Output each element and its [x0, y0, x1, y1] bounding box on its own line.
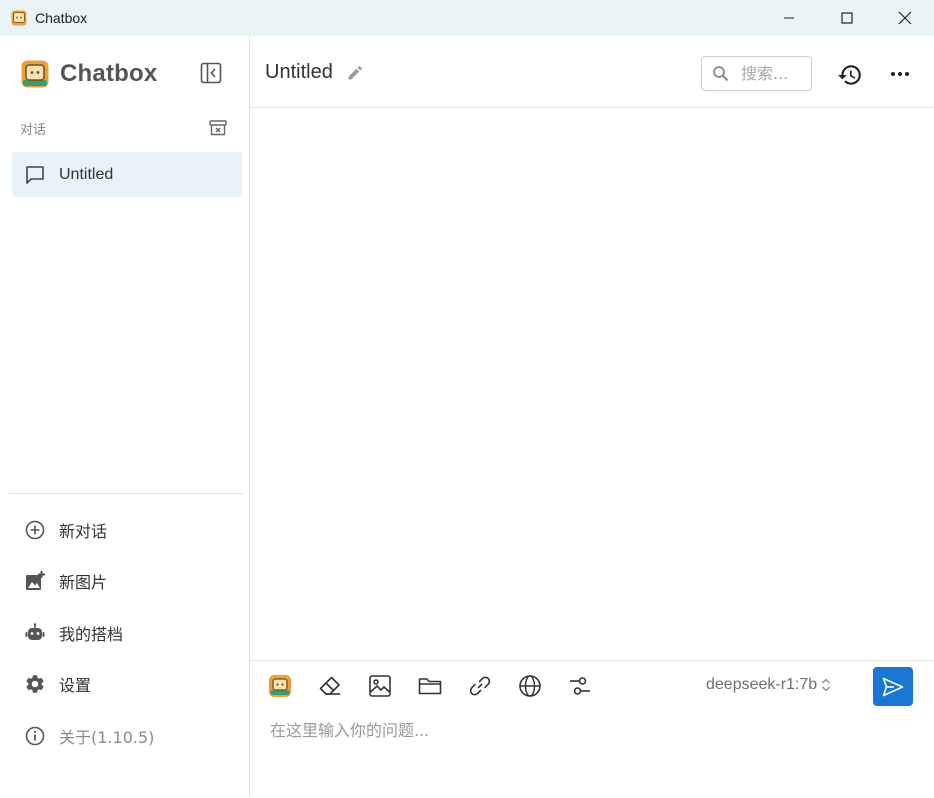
collapse-sidebar-icon[interactable]: [200, 62, 222, 84]
message-list: [250, 108, 934, 660]
sidebar-divider: [9, 493, 243, 494]
unfold-icon: [822, 678, 831, 692]
window-titlebar: Chatbox: [0, 0, 934, 36]
new-image-label: 新图片: [59, 573, 108, 592]
new-chat-button[interactable]: 新对话: [24, 517, 107, 543]
sidebar: Chatbox 对话 Untitled 新对话 新图片 我的搭档 设置 关于(1…: [0, 36, 250, 797]
section-label-conversations: 对话: [20, 123, 47, 138]
chatbox-logo-icon[interactable]: [267, 673, 293, 699]
new-image-button[interactable]: 新图片: [24, 568, 107, 594]
info-icon: [25, 726, 45, 746]
history-icon[interactable]: [837, 62, 863, 88]
gear-icon: [26, 675, 44, 693]
about-label: 关于(1.10.5): [59, 728, 155, 747]
close-button[interactable]: [876, 0, 934, 36]
composer: deepseek-r1:7b: [250, 660, 934, 798]
close-icon: [898, 11, 912, 25]
chat-bubble-icon: [26, 165, 44, 184]
model-selector[interactable]: deepseek-r1:7b: [706, 676, 832, 694]
settings-button[interactable]: 设置: [24, 671, 91, 697]
eraser-icon[interactable]: [317, 673, 343, 699]
main-panel: Untitled 搜索... deepseek-r1:7b 在这里输入你的问题.…: [250, 36, 934, 797]
brand: Chatbox: [21, 60, 157, 88]
pencil-icon[interactable]: [346, 64, 364, 82]
window-title: Chatbox: [35, 10, 88, 26]
search-box[interactable]: [701, 56, 812, 91]
robot-icon: [25, 623, 45, 640]
image-icon[interactable]: [367, 673, 393, 699]
clear-conversations-icon[interactable]: [208, 118, 228, 138]
link-icon[interactable]: [467, 673, 493, 699]
settings-label: 设置: [59, 676, 92, 695]
chat-header: Untitled: [250, 36, 934, 108]
search-icon: [713, 65, 729, 81]
about-button[interactable]: 关于(1.10.5): [24, 723, 154, 749]
new-chat-label: 新对话: [59, 522, 108, 541]
add-circle-icon: [25, 520, 45, 540]
send-button[interactable]: [873, 667, 913, 706]
my-partners-button[interactable]: 我的搭档: [24, 620, 123, 646]
brand-name: Chatbox: [60, 60, 158, 87]
folder-icon[interactable]: [417, 673, 443, 699]
minimize-icon: [784, 17, 794, 19]
settings-sliders-icon[interactable]: [567, 673, 593, 699]
conversation-item-untitled[interactable]: Untitled: [12, 152, 242, 197]
chatbox-logo-icon: [11, 10, 27, 26]
conversation-title: Untitled: [265, 61, 333, 83]
my-partners-label: 我的搭档: [59, 625, 124, 644]
conversation-label: Untitled: [59, 165, 114, 183]
maximize-icon: [841, 12, 853, 24]
more-options-icon[interactable]: [888, 62, 912, 86]
message-input[interactable]: [270, 717, 910, 777]
send-icon: [882, 677, 904, 696]
minimize-button[interactable]: [760, 0, 818, 36]
add-image-icon: [26, 571, 45, 590]
chatbox-logo-icon: [21, 60, 49, 88]
globe-icon[interactable]: [517, 673, 543, 699]
model-name: deepseek-r1:7b: [706, 676, 818, 693]
search-input[interactable]: [741, 64, 805, 83]
maximize-button[interactable]: [818, 0, 876, 36]
